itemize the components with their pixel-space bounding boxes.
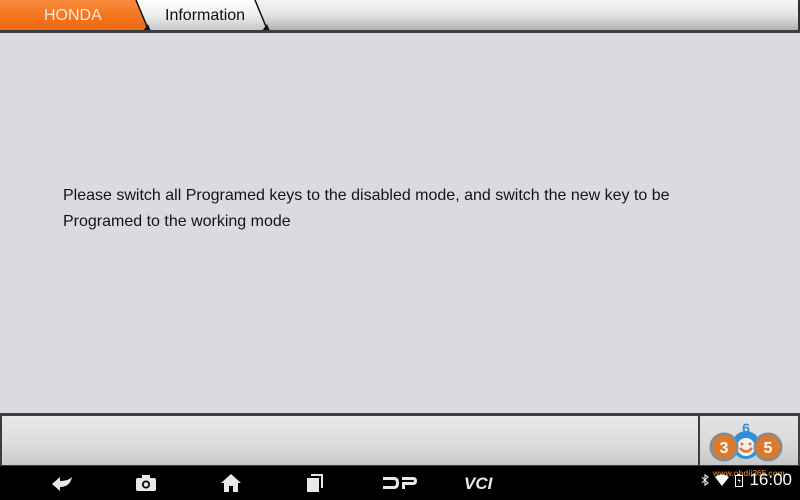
- app-window: HONDA Information Please switch all Prog…: [0, 0, 800, 466]
- home-button[interactable]: [218, 471, 244, 495]
- status-bar: 16:00: [701, 470, 792, 490]
- breadcrumb-information[interactable]: Information: [137, 0, 267, 31]
- breadcrumb-separator: [254, 0, 270, 31]
- back-icon: [52, 477, 72, 491]
- breadcrumb-information-label: Information: [165, 7, 246, 24]
- vci-label: VCI: [464, 475, 494, 491]
- back-button[interactable]: [48, 471, 76, 495]
- logo-digit-3: 3: [720, 440, 729, 457]
- bluetooth-icon: [702, 474, 710, 486]
- battery-icon: [735, 473, 744, 487]
- vci-icon: VCI: [464, 475, 494, 491]
- screenshot-button[interactable]: [133, 471, 159, 495]
- information-panel: Please switch all Programed keys to the …: [0, 33, 800, 413]
- message-line-2: Programed to the working mode: [63, 213, 291, 230]
- bottom-bar-left: [2, 416, 698, 465]
- android-navigation-bar: VCI: [0, 466, 800, 500]
- information-message: Please switch all Programed keys to the …: [63, 183, 743, 235]
- clock: 16:00: [749, 470, 792, 489]
- wifi-icon: [715, 474, 730, 486]
- breadcrumb-bar: HONDA Information: [0, 0, 800, 31]
- bottom-button-bar: [0, 413, 800, 466]
- breadcrumb-honda-label: HONDA: [44, 7, 102, 24]
- dp-icon: [383, 477, 417, 489]
- recent-apps-button[interactable]: [303, 471, 327, 495]
- message-line-1: Please switch all Programed keys to the …: [63, 187, 670, 204]
- breadcrumb-honda[interactable]: HONDA: [0, 0, 150, 31]
- dp-button[interactable]: [380, 471, 420, 495]
- recent-apps-icon: [307, 474, 323, 492]
- camera-icon: [136, 475, 156, 491]
- vci-button[interactable]: VCI: [462, 471, 506, 495]
- home-icon: [221, 474, 241, 492]
- logo-digit-5: 5: [764, 440, 773, 457]
- logo-digit-6: 6: [742, 420, 750, 436]
